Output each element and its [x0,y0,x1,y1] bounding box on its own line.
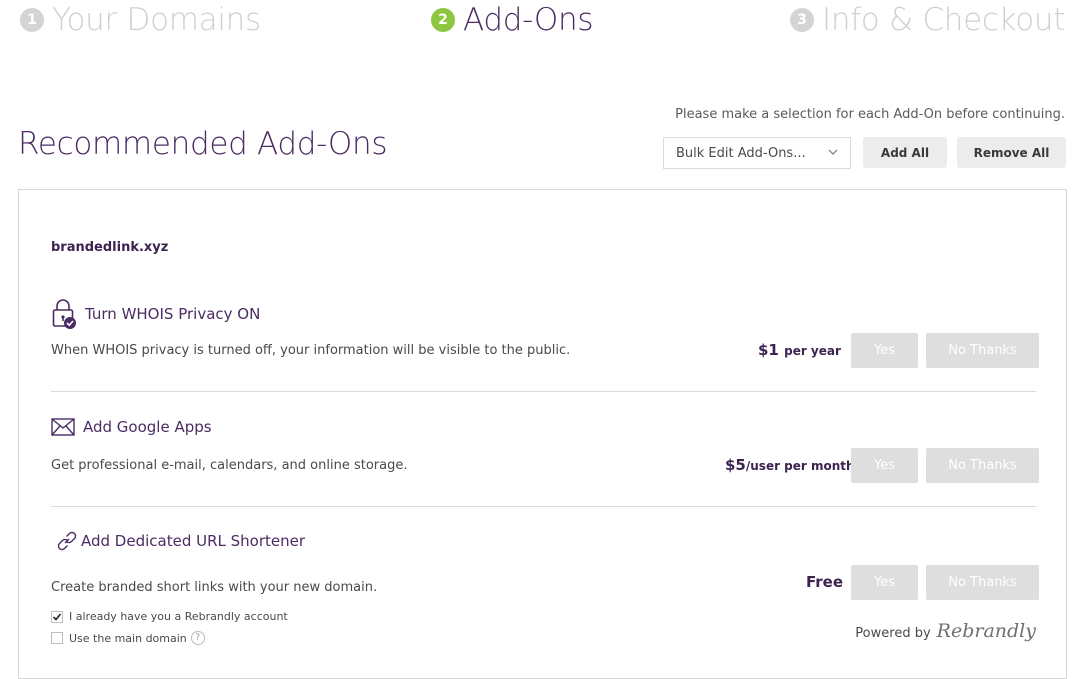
step-your-domains[interactable]: 1 Your Domains [20,2,261,38]
checkmark-icon [52,612,62,621]
checkout-steps: 1 Your Domains 2 Add-Ons 3 Info & Checko… [0,0,1087,50]
addon-description: Create branded short links with your new… [51,580,378,595]
addon-title: Turn WHOIS Privacy ON [85,305,261,323]
step-label: Add-Ons [463,2,594,38]
addon-description: When WHOIS privacy is turned off, your i… [51,343,571,358]
addon-google-apps: Add Google Apps Get professional e-mail,… [51,418,1039,483]
remove-all-button[interactable]: Remove All [957,137,1066,168]
envelope-icon [51,418,75,436]
step-number: 3 [790,8,814,32]
no-thanks-button[interactable]: No Thanks [926,565,1039,600]
addon-whois-privacy: Turn WHOIS Privacy ON When WHOIS privacy… [51,298,1039,368]
addon-price: $5/user per month [725,456,855,474]
step-number: 1 [20,8,44,32]
link-icon [57,531,77,551]
help-icon[interactable]: ? [190,631,205,645]
addon-title: Add Dedicated URL Shortener [81,532,306,550]
addon-title: Add Google Apps [83,418,212,436]
step-info-checkout[interactable]: 3 Info & Checkout [790,2,1065,38]
no-thanks-button[interactable]: No Thanks [926,333,1039,368]
no-thanks-button[interactable]: No Thanks [926,448,1039,483]
step-add-ons[interactable]: 2 Add-Ons [431,2,593,38]
selection-hint: Please make a selection for each Add-On … [675,107,1065,122]
yes-button[interactable]: Yes [851,333,918,368]
rebrandly-logo[interactable]: Rebrandly [937,620,1036,642]
price-amount: $5 [725,456,746,474]
step-label: Info & Checkout [822,2,1066,38]
add-all-button[interactable]: Add All [863,137,947,168]
price-amount: $1 [758,341,779,359]
price-amount: Free [806,573,844,591]
main-domain-label: Use the main domain [69,631,187,645]
chevron-down-icon [828,149,838,155]
have-account-checkbox[interactable] [51,610,63,623]
addons-panel: brandedlink.xyz Turn WHOIS Privacy ON Wh… [18,189,1067,679]
page-title: Recommended Add-Ons [18,126,388,162]
divider [51,506,1036,507]
domain-name: brandedlink.xyz [51,240,169,255]
addon-description: Get professional e-mail, calendars, and … [51,458,408,473]
addon-price: $1 per year [758,341,841,359]
price-unit: /user per month [745,459,855,473]
addon-url-shortener: Add Dedicated URL Shortener Create brand… [51,529,1039,600]
step-label: Your Domains [52,2,261,38]
main-domain-option[interactable]: Use the main domain ? [51,631,205,645]
step-number: 2 [431,8,455,32]
powered-by-label: Powered by [855,626,931,641]
divider [51,391,1036,392]
powered-by: Powered by Rebrandly [855,620,1036,642]
main-domain-checkbox[interactable] [51,632,63,644]
bulk-edit-select[interactable]: Bulk Edit Add-Ons... [663,137,851,169]
have-account-option[interactable]: I already have you a Rebrandly account [51,610,288,623]
lock-check-icon [52,299,76,329]
have-account-label: I already have you a Rebrandly account [69,610,288,623]
price-unit: per year [784,344,841,358]
bulk-edit-value: Bulk Edit Add-Ons... [676,145,806,161]
yes-button[interactable]: Yes [851,448,918,483]
addon-price: Free [806,573,843,591]
yes-button[interactable]: Yes [851,565,918,600]
